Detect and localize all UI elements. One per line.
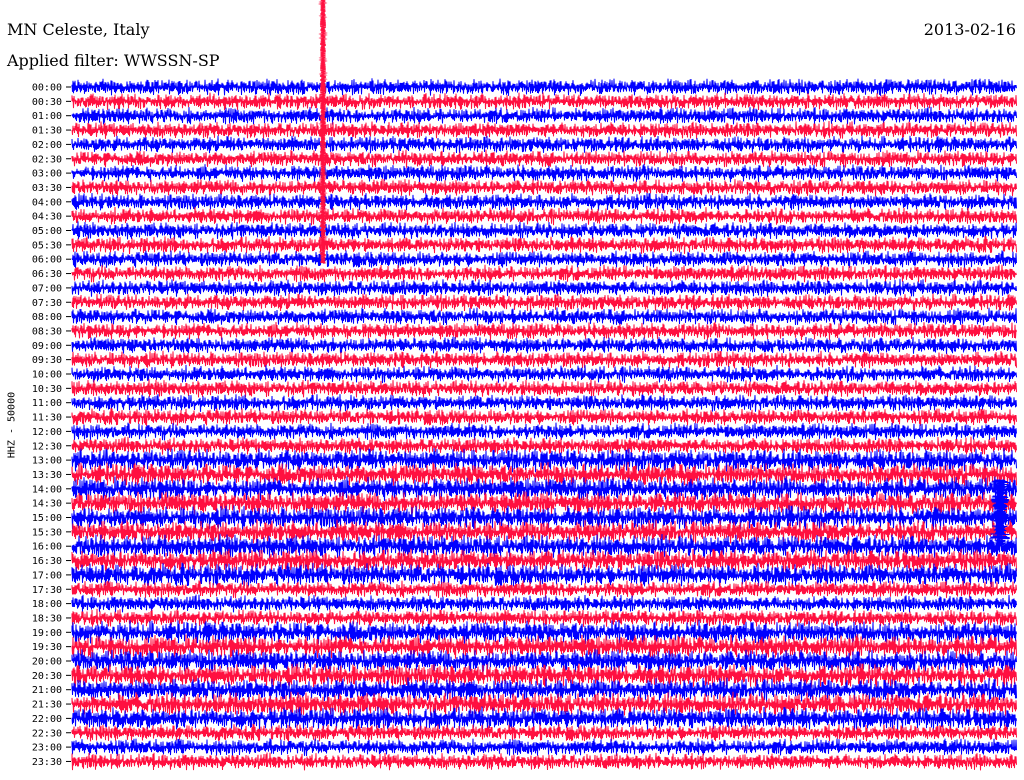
row-time-label: 21:30 — [32, 700, 62, 711]
row-time-label: 09:00 — [32, 341, 62, 352]
row-time-label: 03:30 — [32, 183, 62, 194]
row-time-label: 02:00 — [32, 140, 62, 151]
row-time-label: 13:00 — [32, 456, 62, 467]
row-time-label: 06:30 — [32, 269, 62, 280]
row-time-label: 11:30 — [32, 413, 62, 424]
trace-line — [71, 293, 1017, 312]
row-time-label: 07:30 — [32, 298, 62, 309]
row-time-label: 22:30 — [32, 728, 62, 739]
row-time-label: 07:00 — [32, 283, 62, 294]
trace-line — [71, 178, 1017, 197]
row-time-label: 09:30 — [32, 355, 62, 366]
row-time-label: 20:30 — [32, 671, 62, 682]
trace-line — [71, 594, 1017, 613]
row-time-label: 12:30 — [32, 441, 62, 452]
row-time-label: 17:00 — [32, 570, 62, 581]
trace-line — [71, 278, 1017, 297]
row-time-label: 14:30 — [32, 499, 62, 510]
row-time-label: 15:30 — [32, 527, 62, 538]
trace-line — [71, 350, 1017, 369]
trace-line — [71, 206, 1017, 226]
trace-line — [71, 235, 1017, 255]
row-time-label: 10:00 — [32, 370, 62, 381]
row-time-label: 02:30 — [32, 154, 62, 165]
row-time-label: 22:00 — [32, 714, 62, 725]
trace-line — [71, 394, 1017, 412]
row-time-label: 16:30 — [32, 556, 62, 567]
trace-line — [71, 120, 1017, 139]
row-label-group: 00:00 00:30 01:00 01:30 02:00 02:30 03:00 03:30… — [32, 83, 71, 768]
trace-line — [71, 149, 1017, 168]
row-time-label: 01:30 — [32, 126, 62, 137]
row-time-label: 19:30 — [32, 642, 62, 653]
row-time-label: 00:00 — [32, 83, 62, 94]
row-time-label: 00:30 — [32, 97, 62, 108]
row-time-label: 23:30 — [32, 757, 62, 768]
row-time-label: 06:00 — [32, 255, 62, 266]
row-time-label: 04:00 — [32, 197, 62, 208]
row-time-label: 05:30 — [32, 240, 62, 251]
row-time-label: 10:30 — [32, 384, 62, 395]
row-time-label: 14:00 — [32, 484, 62, 495]
row-time-label: 05:00 — [32, 226, 62, 237]
row-time-label: 08:00 — [32, 312, 62, 323]
row-time-label: 21:00 — [32, 685, 62, 696]
trace-line — [71, 221, 1017, 240]
trace-line — [71, 163, 1017, 183]
event-spike-line — [318, 0, 328, 264]
row-time-label: 11:00 — [32, 398, 62, 409]
row-time-label: 12:00 — [32, 427, 62, 438]
row-time-label: 08:30 — [32, 326, 62, 337]
row-time-label: 20:00 — [32, 657, 62, 668]
trace-line — [71, 92, 1017, 111]
trace-line — [71, 264, 1017, 283]
row-time-label: 13:30 — [32, 470, 62, 481]
row-time-label: 17:30 — [32, 585, 62, 596]
row-time-label: 18:00 — [32, 599, 62, 610]
trace-group — [71, 0, 1017, 771]
row-time-label: 23:00 — [32, 743, 62, 754]
trace-line — [71, 250, 1017, 269]
row-time-label: 16:00 — [32, 542, 62, 553]
trace-line — [71, 364, 1017, 384]
trace-line — [71, 135, 1017, 154]
trace-line — [71, 422, 1017, 441]
row-time-label: 15:00 — [32, 513, 62, 524]
trace-line — [71, 752, 1017, 771]
row-time-label: 18:30 — [32, 613, 62, 624]
trace-line — [71, 379, 1017, 398]
seismogram-plot: 00:00 00:30 01:00 01:30 02:00 02:30 03:00 03:30… — [32, 0, 1017, 771]
row-time-label: 01:00 — [32, 111, 62, 122]
row-time-label: 04:30 — [32, 212, 62, 223]
trace-line — [71, 723, 1017, 742]
trace-line — [71, 78, 1017, 96]
trace-line — [71, 619, 1017, 645]
trace-line — [71, 336, 1017, 355]
row-time-label: 19:00 — [32, 628, 62, 639]
trace-line — [71, 321, 1017, 341]
trace-line — [71, 192, 1017, 211]
trace-line — [71, 106, 1017, 125]
row-time-label: 03:00 — [32, 169, 62, 180]
trace-line — [71, 307, 1017, 326]
trace-line — [71, 738, 1017, 757]
trace-line — [71, 476, 1017, 502]
